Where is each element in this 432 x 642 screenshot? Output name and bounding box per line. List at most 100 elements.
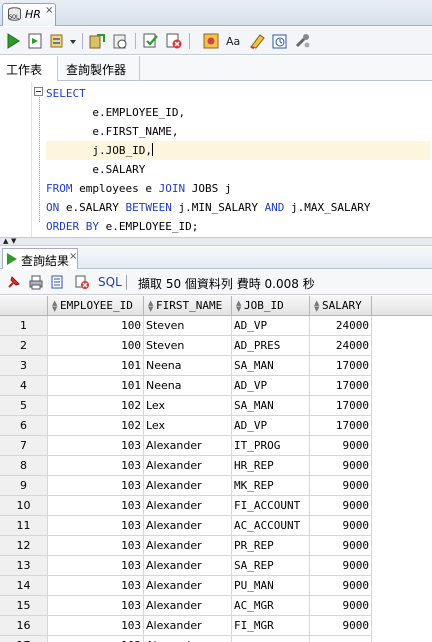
column-header-first-name[interactable]: ▲ ▼ FIRST_NAME (144, 296, 232, 316)
row-number[interactable]: 14 (0, 576, 48, 596)
sort-icon[interactable]: ▲ ▼ (236, 300, 242, 313)
cell-job-id[interactable]: HR_REP (232, 456, 310, 476)
cell-employee-id[interactable]: 103 (48, 616, 144, 636)
cell-first-name[interactable]: Neena (144, 376, 232, 396)
cell-employee-id[interactable]: 103 (48, 496, 144, 516)
delete-icon[interactable] (74, 274, 90, 290)
table-row[interactable]: 11 103 Alexander AC_ACCOUNT 9000 (0, 516, 432, 536)
table-row[interactable]: 7 103 Alexander IT_PROG 9000 (0, 436, 432, 456)
sql-editor[interactable]: SELECT e.EMPLOYEE_ID, e.FIRST_NAME, j.JO… (0, 82, 432, 237)
change-case-icon[interactable]: Aa (225, 32, 243, 50)
code-line[interactable]: ON e.SALARY BETWEEN j.MIN_SALARY AND j.M… (46, 198, 430, 217)
dropdown-arrow-icon[interactable] (68, 32, 78, 50)
cell-employee-id[interactable]: 103 (48, 516, 144, 536)
row-number[interactable]: 5 (0, 396, 48, 416)
row-number[interactable]: 15 (0, 596, 48, 616)
cell-salary[interactable]: 9000 (310, 556, 372, 576)
clear-editor-icon[interactable] (248, 32, 266, 50)
code-line[interactable]: FROM employees e JOIN JOBS j (46, 179, 430, 198)
cell-salary[interactable]: 9000 (310, 576, 372, 596)
cell-employee-id[interactable]: 103 (48, 576, 144, 596)
explain-plan-icon[interactable] (142, 32, 160, 50)
cell-job-id[interactable] (232, 636, 310, 642)
cell-salary[interactable]: 9000 (310, 616, 372, 636)
cell-employee-id[interactable]: 103 (48, 556, 144, 576)
cell-first-name[interactable]: Lex (144, 396, 232, 416)
print-icon[interactable] (28, 274, 44, 290)
rollback-icon[interactable] (111, 32, 129, 50)
table-row[interactable]: 17103Alexander (0, 636, 432, 642)
cell-job-id[interactable]: FI_MGR (232, 616, 310, 636)
fold-toggle-icon[interactable] (34, 87, 43, 96)
row-number[interactable]: 6 (0, 416, 48, 436)
table-row[interactable]: 5 102 Lex SA_MAN 17000 (0, 396, 432, 416)
cell-first-name[interactable]: Alexander (144, 596, 232, 616)
run-statement-icon[interactable] (4, 32, 22, 50)
collapse-down-icon[interactable]: ▼ (11, 238, 16, 245)
cell-salary[interactable]: 9000 (310, 536, 372, 556)
history-icon[interactable] (271, 32, 289, 50)
cell-job-id[interactable]: PR_REP (232, 536, 310, 556)
code-line[interactable]: e.SALARY (46, 160, 430, 179)
sql-link[interactable]: SQL (98, 275, 122, 289)
cell-first-name[interactable]: Alexander (144, 476, 232, 496)
cell-job-id[interactable]: AD_PRES (232, 336, 310, 356)
table-row[interactable]: 14 103 Alexander PU_MAN 9000 (0, 576, 432, 596)
settings-icon[interactable] (294, 32, 312, 50)
column-header-salary[interactable]: ▲ ▼ SALARY (310, 296, 372, 316)
cell-salary[interactable]: 17000 (310, 396, 372, 416)
cell-first-name[interactable]: Alexander (144, 616, 232, 636)
table-row[interactable]: 1 100 Steven AD_VP 24000 (0, 316, 432, 336)
table-row[interactable]: 8 103 Alexander HR_REP 9000 (0, 456, 432, 476)
code-line[interactable]: SELECT (46, 84, 430, 103)
close-tab-icon[interactable]: × (45, 5, 53, 16)
cell-employee-id[interactable]: 100 (48, 336, 144, 356)
cell-first-name[interactable]: Alexander (144, 576, 232, 596)
cell-first-name[interactable]: Alexander (144, 496, 232, 516)
table-row[interactable]: 10 103 Alexander FI_ACCOUNT 9000 (0, 496, 432, 516)
cell-salary[interactable]: 9000 (310, 496, 372, 516)
row-number[interactable]: 11 (0, 516, 48, 536)
table-row[interactable]: 12 103 Alexander PR_REP 9000 (0, 536, 432, 556)
cell-salary[interactable]: 17000 (310, 376, 372, 396)
row-number[interactable]: 8 (0, 456, 48, 476)
cell-job-id[interactable]: FI_ACCOUNT (232, 496, 310, 516)
cell-employee-id[interactable]: 103 (48, 596, 144, 616)
cell-job-id[interactable]: IT_PROG (232, 436, 310, 456)
cell-first-name[interactable]: Steven (144, 336, 232, 356)
export-icon[interactable] (50, 274, 66, 290)
table-row[interactable]: 16 103 Alexander FI_MGR 9000 (0, 616, 432, 636)
table-row[interactable]: 6 102 Lex AD_VP 17000 (0, 416, 432, 436)
row-number[interactable]: 10 (0, 496, 48, 516)
cell-employee-id[interactable]: 101 (48, 376, 144, 396)
code-line[interactable]: e.EMPLOYEE_ID, (46, 103, 430, 122)
row-number[interactable]: 4 (0, 376, 48, 396)
sort-icon[interactable]: ▲ ▼ (52, 300, 58, 313)
pin-icon[interactable] (6, 274, 22, 290)
cell-salary[interactable]: 9000 (310, 456, 372, 476)
cell-job-id[interactable]: SA_REP (232, 556, 310, 576)
cell-employee-id[interactable]: 103 (48, 476, 144, 496)
cell-employee-id[interactable]: 100 (48, 316, 144, 336)
cell-salary[interactable]: 9000 (310, 476, 372, 496)
collapse-up-icon[interactable]: ▲ (3, 238, 8, 245)
cell-first-name[interactable]: Alexander (144, 456, 232, 476)
cell-first-name[interactable]: Alexander (144, 556, 232, 576)
cell-salary[interactable]: 24000 (310, 336, 372, 356)
cell-job-id[interactable]: AD_VP (232, 316, 310, 336)
code-line[interactable]: j.JOB_ID, (46, 141, 430, 160)
cell-salary[interactable]: 9000 (310, 596, 372, 616)
cell-first-name[interactable]: Alexander (144, 536, 232, 556)
cell-salary[interactable]: 24000 (310, 316, 372, 336)
row-number[interactable]: 7 (0, 436, 48, 456)
cell-employee-id[interactable]: 103 (48, 536, 144, 556)
panel-splitter[interactable]: ▲ ▼ (0, 237, 432, 246)
table-row[interactable]: 15 103 Alexander AC_MGR 9000 (0, 596, 432, 616)
row-number[interactable]: 9 (0, 476, 48, 496)
code-line[interactable]: ORDER BY e.EMPLOYEE_ID; (46, 217, 430, 236)
cell-employee-id[interactable]: 102 (48, 416, 144, 436)
cell-first-name[interactable]: Alexander (144, 636, 232, 642)
cell-first-name[interactable]: Neena (144, 356, 232, 376)
cell-first-name[interactable]: Alexander (144, 516, 232, 536)
cell-salary[interactable] (310, 636, 372, 642)
